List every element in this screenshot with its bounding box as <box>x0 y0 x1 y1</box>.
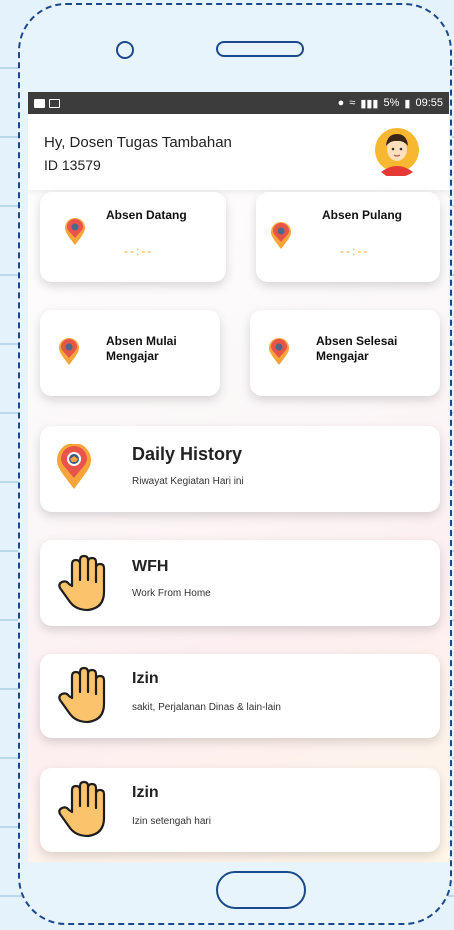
izin-setengah-hari-title: Izin <box>132 784 159 801</box>
battery-icon: ▮ <box>404 97 411 110</box>
izin-card[interactable]: Izin sakit, Perjalanan Dinas & lain-lain <box>40 654 440 738</box>
izin-setengah-hari-subtitle: Izin setengah hari <box>132 816 211 827</box>
absen-pulang-card[interactable]: Absen Pulang --:-- <box>256 192 440 282</box>
speaker-slot <box>216 41 304 57</box>
absen-datang-label: Absen Datang <box>106 208 187 222</box>
avatar[interactable] <box>373 124 421 176</box>
wfh-title: WFH <box>132 558 169 575</box>
daily-history-card[interactable]: Daily History Riwayat Kegiatan Hari ini <box>40 426 440 512</box>
absen-pulang-label: Absen Pulang <box>322 208 403 222</box>
hand-icon <box>58 554 106 612</box>
izin-title: Izin <box>132 670 159 687</box>
daily-history-title: Daily History <box>132 444 243 464</box>
absen-datang-card[interactable]: Absen Datang --:-- <box>40 192 226 282</box>
header: Hy, Dosen Tugas Tambahan ID 13579 <box>28 114 449 190</box>
battery-percent: 5% <box>383 97 400 109</box>
location-pin-icon <box>65 218 85 245</box>
front-camera <box>116 41 134 59</box>
location-pin-icon <box>59 338 79 365</box>
location-pin-icon <box>271 222 291 249</box>
wfh-subtitle: Work From Home <box>132 588 211 599</box>
status-bar: ● ≈ ▮▮▮ 5% ▮ 09:55 <box>28 92 449 114</box>
location-pin-icon <box>57 444 91 489</box>
absen-pulang-time: --:-- <box>340 244 370 258</box>
absen-selesai-label: Absen Selesai Mengajar <box>316 334 398 363</box>
wifi-icon: ≈ <box>349 97 356 109</box>
wfh-card[interactable]: WFH Work From Home <box>40 540 440 626</box>
signal-icon: ▮▮▮ <box>360 97 379 110</box>
absen-datang-time: --:-- <box>124 244 154 258</box>
izin-subtitle: sakit, Perjalanan Dinas & lain-lain <box>132 702 281 713</box>
greeting: Hy, Dosen Tugas Tambahan <box>44 134 232 151</box>
gallery-icon <box>49 98 60 108</box>
home-button[interactable] <box>216 871 306 909</box>
clock: 09:55 <box>415 97 443 109</box>
izin-setengah-hari-card[interactable]: Izin Izin setengah hari <box>40 768 440 852</box>
absen-mulai-label: Absen Mulai Mengajar <box>106 334 177 363</box>
daily-history-subtitle: Riwayat Kegiatan Hari ini <box>132 476 244 487</box>
location-pin-icon <box>269 338 289 365</box>
notification-icon <box>34 98 45 108</box>
absen-mulai-card[interactable]: Absen Mulai Mengajar <box>40 310 220 396</box>
absen-selesai-card[interactable]: Absen Selesai Mengajar <box>250 310 440 396</box>
hand-icon <box>58 780 106 838</box>
app-screen: ● ≈ ▮▮▮ 5% ▮ 09:55 Hy, Dosen Tugas Tamba… <box>28 92 449 862</box>
location-icon: ● <box>337 97 345 109</box>
user-id: ID 13579 <box>44 157 101 173</box>
hand-icon <box>58 666 106 724</box>
